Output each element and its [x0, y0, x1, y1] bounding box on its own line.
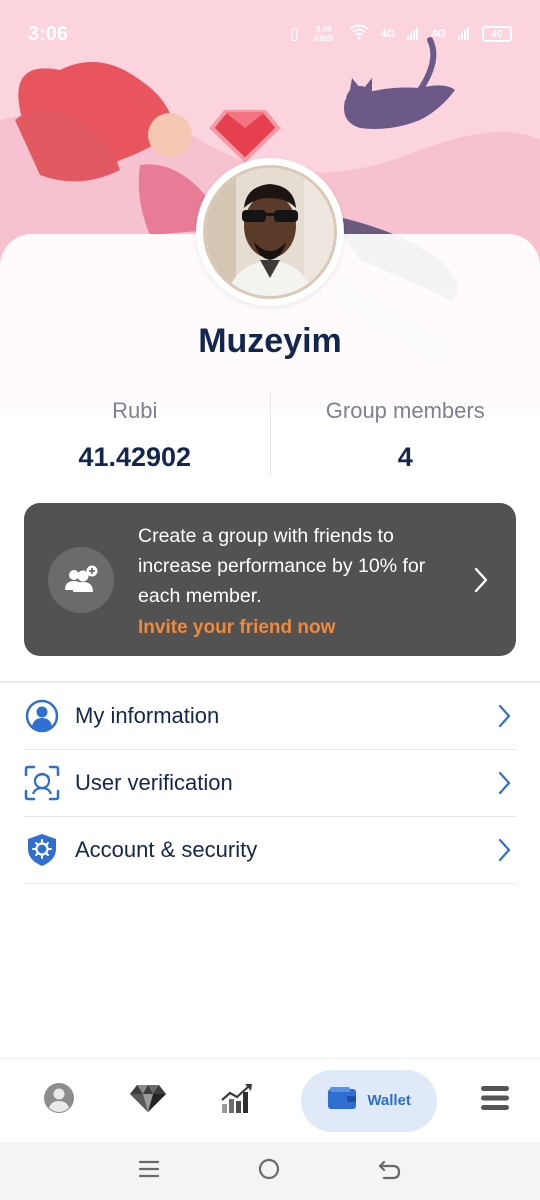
- chevron-right-icon: [466, 566, 496, 594]
- battery-icon: 40: [482, 26, 512, 42]
- status-time: 3:06: [28, 22, 69, 45]
- menu-label: User verification: [75, 770, 233, 795]
- bottom-nav: Wallet: [0, 1058, 540, 1142]
- nav-diamond[interactable]: [103, 1069, 192, 1133]
- nav-wallet-label: Wallet: [367, 1092, 411, 1109]
- face-scan-icon: [24, 765, 60, 801]
- status-icons: ▯ 3.09 KB/S 4G 4G 40: [290, 24, 512, 45]
- nav-menu[interactable]: [451, 1069, 540, 1133]
- menu-item-account-security[interactable]: Account & security: [24, 817, 516, 884]
- menu-item-my-information[interactable]: My information: [24, 683, 516, 750]
- shield-gear-icon: [24, 832, 60, 868]
- vibrate-icon: ▯: [289, 26, 299, 43]
- signal-icon-2: [458, 26, 470, 43]
- stat-rubi: Rubi 41.42902: [0, 392, 270, 482]
- signal-icon-1: [407, 26, 419, 43]
- menu-icon: [481, 1085, 510, 1116]
- stat-group-members: Group members 4: [271, 392, 540, 482]
- network-label-1: 4G: [380, 28, 396, 40]
- home-icon[interactable]: [257, 1157, 281, 1186]
- menu-label: Account & security: [75, 837, 258, 862]
- add-group-icon: [48, 546, 114, 613]
- stat-label: Group members: [325, 398, 485, 423]
- invite-text: Create a group with friends to increase …: [138, 521, 466, 639]
- chart-icon: [220, 1082, 254, 1119]
- username: Muzeyim: [198, 322, 342, 360]
- stat-value: 4: [397, 442, 413, 472]
- profile-icon: [43, 1082, 75, 1119]
- wifi-icon: [349, 24, 369, 45]
- stats-row: Rubi 41.42902 Group members 4: [0, 392, 540, 482]
- invite-card[interactable]: Create a group with friends to increase …: [24, 503, 516, 656]
- wallet-icon: [327, 1086, 357, 1115]
- avatar: [203, 165, 337, 299]
- recent-apps-icon[interactable]: [138, 1159, 160, 1184]
- invite-description: Create a group with friends to increase …: [138, 524, 426, 607]
- network-label-2: 4G: [431, 28, 446, 40]
- settings-menu: My information User verification Account…: [24, 683, 516, 884]
- invite-friend-link[interactable]: Invite your friend now: [138, 617, 466, 639]
- back-icon[interactable]: [378, 1158, 402, 1185]
- chevron-right-icon: [492, 838, 516, 862]
- battery-level: 40: [491, 28, 503, 40]
- status-bar: 3:06 ▯ 3.09 KB/S 4G 4G 40: [0, 0, 540, 68]
- chevron-right-icon: [492, 771, 516, 795]
- stat-label: Rubi: [112, 398, 158, 423]
- stat-value: 41.42902: [78, 442, 192, 472]
- net-speed: 3.09 KB/S: [314, 25, 334, 43]
- diamond-icon: [129, 1083, 167, 1118]
- menu-item-user-verification[interactable]: User verification: [24, 750, 516, 817]
- system-nav-bar: [0, 1142, 540, 1200]
- nav-chart[interactable]: [192, 1069, 281, 1133]
- nav-wallet[interactable]: Wallet: [301, 1069, 437, 1132]
- avatar-frame[interactable]: [196, 158, 344, 306]
- user-circle-icon: [24, 698, 60, 734]
- nav-profile[interactable]: [14, 1069, 103, 1133]
- chevron-right-icon: [492, 704, 516, 728]
- menu-label: My information: [75, 703, 220, 728]
